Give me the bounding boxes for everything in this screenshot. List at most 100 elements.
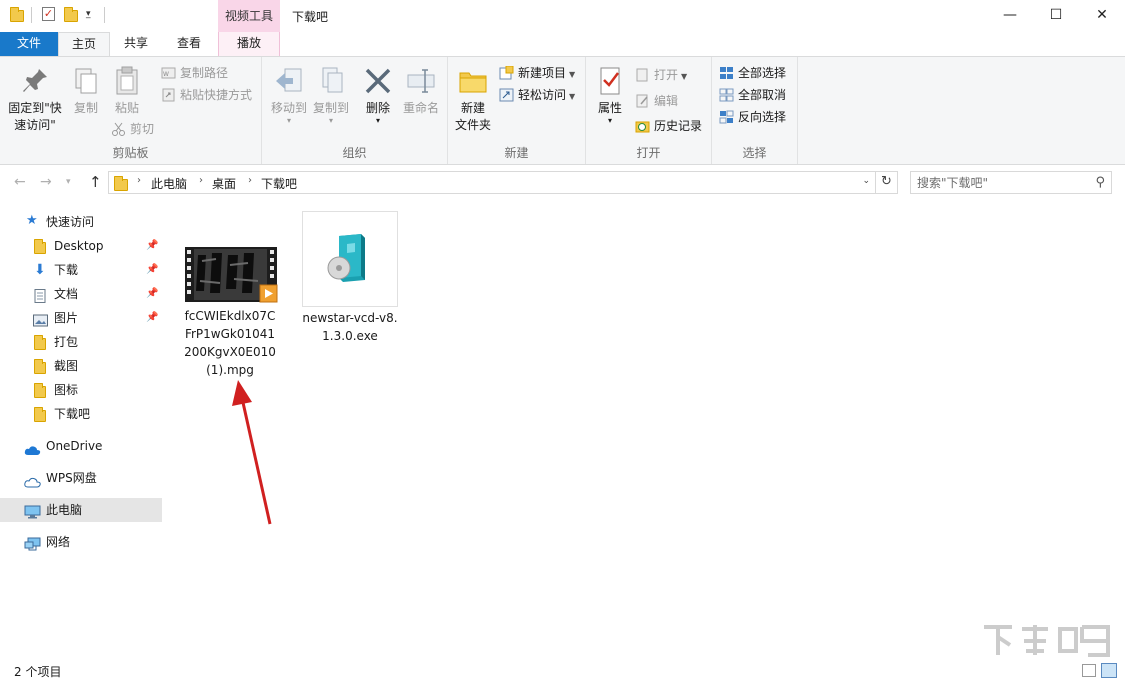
properties-icon bbox=[594, 65, 626, 97]
navigation-pane: ★ 快速访问 Desktop 📌 ⬇ 下载 📌 文档 📌 图片 📌 打包 截图 … bbox=[0, 201, 162, 659]
star-icon: ★ bbox=[26, 213, 38, 228]
file-item-exe[interactable]: newstar-vcd-v8.1.3.0.exe bbox=[302, 211, 398, 345]
nav-item-icons[interactable]: 图标 bbox=[0, 378, 162, 402]
tab-play[interactable]: 播放 bbox=[218, 32, 280, 56]
tab-view[interactable]: 查看 bbox=[162, 32, 216, 56]
rename-icon bbox=[405, 65, 437, 97]
properties-check-icon[interactable]: ✓ bbox=[42, 7, 56, 23]
nav-wps-drive[interactable]: WPS网盘 bbox=[0, 466, 162, 490]
breadcrumb-current-folder[interactable]: 下载吧 bbox=[261, 175, 297, 192]
pin-icon: 📌 bbox=[146, 312, 159, 323]
invert-selection-button[interactable]: 反向选择 bbox=[718, 107, 786, 127]
select-all-button[interactable]: 全部选择 bbox=[718, 63, 786, 83]
copy-path-button[interactable]: W 复制路径 bbox=[160, 63, 228, 83]
nav-item-package[interactable]: 打包 bbox=[0, 330, 162, 354]
minimize-button[interactable]: — bbox=[987, 0, 1033, 32]
history-icon bbox=[635, 119, 650, 133]
invert-selection-label: 反向选择 bbox=[738, 110, 787, 124]
new-folder-icon[interactable] bbox=[64, 7, 78, 23]
recent-locations-chevron-icon[interactable]: ▾ bbox=[66, 177, 71, 187]
ribbon-tab-row: 文件 主页 共享 查看 播放 ︿ ? bbox=[0, 32, 1125, 85]
paste-shortcut-button[interactable]: 粘贴快捷方式 bbox=[160, 85, 252, 105]
file-item-video[interactable]: fcCWIEkdlx07CFrP1wGk01041200KgvX0E010(1)… bbox=[182, 241, 278, 379]
paste-button[interactable]: 粘贴 bbox=[108, 65, 146, 117]
delete-button[interactable]: 删除 ▾ bbox=[360, 65, 396, 125]
pin-quick-access-button[interactable]: 固定到"快速访问" bbox=[4, 65, 66, 134]
breadcrumb-separator-icon[interactable]: › bbox=[248, 175, 252, 186]
properties-button[interactable]: 属性 ▾ bbox=[590, 65, 630, 125]
copy-button[interactable]: 复制 bbox=[68, 65, 104, 117]
tab-share[interactable]: 共享 bbox=[110, 32, 162, 56]
new-folder-button[interactable]: 新建 文件夹 bbox=[452, 65, 494, 134]
breadcrumb-this-pc[interactable]: 此电脑 bbox=[151, 175, 187, 192]
open-label: 打开 bbox=[654, 68, 679, 82]
search-input[interactable] bbox=[917, 172, 1087, 193]
status-bar: 2 个项目 bbox=[0, 659, 1125, 683]
organize-group-label: 组织 bbox=[342, 146, 367, 160]
nav-onedrive[interactable]: OneDrive bbox=[0, 434, 162, 458]
cut-label: 剪切 bbox=[130, 122, 155, 136]
nav-item-label: 图标 bbox=[54, 383, 79, 397]
cut-button[interactable]: 剪切 bbox=[110, 119, 154, 139]
nav-item-downloads[interactable]: ⬇ 下载 📌 bbox=[0, 258, 162, 282]
copy-to-button[interactable]: 复制到 ▾ bbox=[308, 65, 354, 125]
search-box[interactable]: ⚲ bbox=[910, 171, 1112, 194]
breadcrumb-separator-icon[interactable]: › bbox=[199, 175, 203, 186]
nav-network-label: 网络 bbox=[46, 535, 71, 549]
up-arrow-icon[interactable]: ↑ bbox=[89, 173, 102, 191]
customize-quick-access-icon[interactable]: ▾̲ bbox=[86, 9, 91, 19]
close-button[interactable]: ✕ bbox=[1079, 0, 1125, 32]
select-none-label: 全部取消 bbox=[738, 88, 787, 102]
move-to-label: 移动到 bbox=[270, 101, 307, 115]
open-button[interactable]: 打开 ▼ bbox=[634, 65, 687, 85]
cloud-outline-icon bbox=[24, 472, 41, 488]
pin-icon: 📌 bbox=[146, 288, 159, 299]
new-item-button[interactable]: 新建项目 ▼ bbox=[498, 63, 575, 83]
organize-group: 移动到 ▾ 复制到 ▾ 删除 ▾ 重命名 组织 bbox=[262, 57, 448, 164]
maximize-button[interactable]: ☐ bbox=[1033, 0, 1079, 32]
nav-item-documents[interactable]: 文档 📌 bbox=[0, 282, 162, 306]
copy-to-icon bbox=[315, 65, 347, 97]
move-to-icon bbox=[273, 65, 305, 97]
address-history-chevron-icon[interactable]: ⌄ bbox=[862, 176, 870, 186]
edit-icon bbox=[635, 94, 650, 108]
breadcrumb-separator-icon[interactable]: › bbox=[137, 175, 141, 186]
navigation-row: ← → ▾ ↑ › 此电脑 › 桌面 › 下载吧 ⌄ ↻ ⚲ bbox=[0, 165, 1125, 201]
refresh-button[interactable]: ↻ bbox=[876, 171, 898, 194]
paste-icon bbox=[111, 65, 143, 97]
history-button[interactable]: 历史记录 bbox=[634, 116, 702, 136]
tab-home[interactable]: 主页 bbox=[58, 32, 110, 57]
tab-file[interactable]: 文件 bbox=[0, 32, 58, 56]
new-folder-label: 新建 文件夹 bbox=[454, 101, 491, 132]
open-group: 属性 ▾ 打开 ▼ 编辑 历史记录 打开 bbox=[586, 57, 712, 164]
file-name: newstar-vcd-v8.1.3.0.exe bbox=[302, 311, 398, 343]
address-bar[interactable]: › 此电脑 › 桌面 › 下载吧 ⌄ bbox=[108, 171, 876, 194]
edit-button[interactable]: 编辑 bbox=[634, 91, 678, 111]
nav-this-pc-label: 此电脑 bbox=[46, 503, 83, 517]
nav-item-screenshots[interactable]: 截图 bbox=[0, 354, 162, 378]
svg-text:W: W bbox=[163, 71, 169, 78]
large-icons-view-icon[interactable] bbox=[1101, 663, 1117, 678]
nav-item-xiazaiba[interactable]: 下载吧 bbox=[0, 402, 162, 426]
breadcrumb-desktop[interactable]: 桌面 bbox=[212, 175, 236, 192]
delete-x-icon bbox=[362, 65, 394, 97]
new-folder-icon bbox=[457, 65, 489, 97]
nav-item-pictures[interactable]: 图片 📌 bbox=[0, 306, 162, 330]
move-to-button[interactable]: 移动到 ▾ bbox=[266, 65, 312, 125]
back-arrow-icon[interactable]: ← bbox=[14, 174, 26, 190]
rename-button[interactable]: 重命名 bbox=[400, 65, 442, 117]
nav-quick-access[interactable]: ★ 快速访问 bbox=[0, 210, 162, 234]
watermark-logo bbox=[978, 621, 1114, 657]
nav-this-pc[interactable]: 此电脑 bbox=[0, 498, 162, 522]
details-view-icon[interactable] bbox=[1082, 664, 1096, 677]
new-group-label: 新建 bbox=[504, 146, 529, 160]
easy-access-button[interactable]: 轻松访问 ▼ bbox=[498, 85, 575, 105]
title-bar: ✓ ▾̲ 视频工具 下载吧 — ☐ ✕ bbox=[0, 0, 1125, 32]
nav-item-desktop[interactable]: Desktop 📌 bbox=[0, 234, 162, 258]
search-icon[interactable]: ⚲ bbox=[1095, 175, 1105, 190]
folder-icon bbox=[34, 335, 48, 350]
select-none-button[interactable]: 全部取消 bbox=[718, 85, 786, 105]
nav-network[interactable]: 网络 bbox=[0, 530, 162, 554]
nav-item-label: 截图 bbox=[54, 359, 79, 373]
forward-arrow-icon[interactable]: → bbox=[40, 174, 52, 190]
